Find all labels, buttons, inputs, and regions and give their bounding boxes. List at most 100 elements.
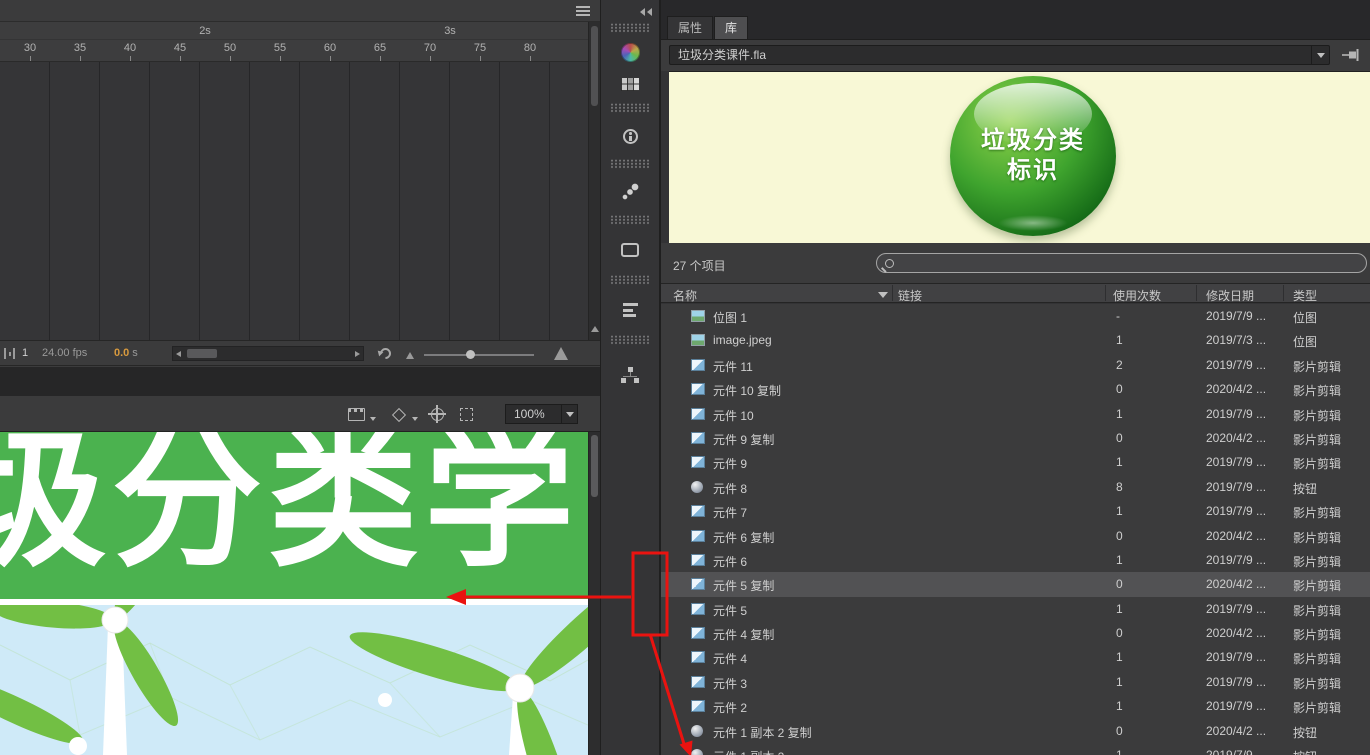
item-modified-date: 2019/7/9 ... — [1206, 699, 1267, 714]
color-wheel-icon — [620, 42, 640, 62]
stage-canvas[interactable]: 垃圾分类学习 — [0, 432, 588, 755]
chevron-down-icon[interactable] — [1311, 46, 1329, 64]
ruler-tick — [380, 56, 381, 61]
dock-grip[interactable] — [610, 215, 650, 225]
search-input[interactable] — [899, 256, 1366, 270]
swatches-panel-button[interactable] — [601, 68, 659, 100]
panel-menu-icon[interactable] — [576, 6, 590, 16]
dock-grip[interactable] — [610, 23, 650, 33]
scrollbar-thumb[interactable] — [591, 435, 598, 497]
stage-vertical-scrollbar[interactable] — [588, 432, 600, 755]
library-row[interactable]: 元件 4 复制 0 2020/4/2 ... 影片剪辑 — [661, 621, 1370, 645]
tab-library[interactable]: 库 — [714, 16, 749, 39]
dock-grip[interactable] — [610, 103, 650, 113]
zoom-select[interactable]: 100% — [505, 404, 578, 424]
slider-thumb[interactable] — [466, 350, 475, 359]
column-header-type[interactable]: 类型 — [1293, 287, 1317, 304]
align-bars-icon — [622, 303, 638, 317]
frame-rate-value[interactable]: 24.00 fps — [42, 347, 87, 359]
elapsed-time-value: 0.0 s — [114, 347, 138, 359]
dock-grip[interactable] — [610, 335, 650, 345]
project-panel-button[interactable] — [601, 348, 659, 402]
library-row[interactable]: 元件 4 1 2019/7/9 ... 影片剪辑 — [661, 645, 1370, 669]
symbol-type-icon — [691, 553, 705, 566]
library-row[interactable]: 元件 10 复制 0 2020/4/2 ... 影片剪辑 — [661, 377, 1370, 401]
reset-zoom-icon[interactable] — [377, 345, 394, 362]
document-select[interactable]: 垃圾分类课件.fla — [669, 45, 1330, 65]
symbol-type-icon — [691, 675, 705, 688]
tab-properties[interactable]: 属性 — [667, 16, 714, 39]
frame-size-slider[interactable] — [424, 350, 534, 359]
library-row[interactable]: 元件 9 复制 0 2020/4/2 ... 影片剪辑 — [661, 426, 1370, 450]
scrollbar-thumb[interactable] — [187, 349, 217, 358]
column-header-modified[interactable]: 修改日期 — [1206, 287, 1254, 304]
center-stage-icon[interactable] — [428, 405, 446, 423]
library-row[interactable]: 位图 1 - 2019/7/9 ... 位图 — [661, 304, 1370, 328]
timeline-seconds-ruler[interactable]: 2s 3s — [0, 22, 588, 40]
collapsed-panel-dock — [600, 0, 660, 755]
edit-symbol-icon[interactable] — [391, 407, 407, 423]
clip-to-stage-icon[interactable] — [460, 408, 473, 421]
timeline-frames-ruler[interactable]: 30 35 40 45 50 55 60 65 70 75 80 — [0, 40, 588, 62]
timeline-frame-grid[interactable] — [0, 62, 588, 340]
small-frames-icon[interactable] — [406, 352, 414, 359]
library-row[interactable]: 元件 10 1 2019/7/9 ... 影片剪辑 — [661, 402, 1370, 426]
sort-descending-icon[interactable] — [878, 292, 888, 298]
frame-number: 65 — [373, 42, 387, 54]
library-row[interactable]: 元件 5 复制 0 2020/4/2 ... 影片剪辑 — [661, 572, 1370, 597]
edit-scene-icon[interactable] — [348, 408, 365, 421]
item-use-count: 1 — [1116, 552, 1123, 567]
library-row[interactable]: 元件 7 1 2019/7/9 ... 影片剪辑 — [661, 499, 1370, 523]
library-search-box[interactable] — [876, 253, 1367, 273]
chevron-down-icon[interactable] — [561, 405, 577, 423]
library-row[interactable]: image.jpeg 1 2019/7/3 ... 位图 — [661, 328, 1370, 352]
scroll-up-arrow-icon[interactable] — [591, 326, 599, 332]
large-frames-icon[interactable] — [554, 347, 568, 360]
library-row[interactable]: 元件 11 2 2019/7/9 ... 影片剪辑 — [661, 353, 1370, 377]
library-row[interactable]: 元件 1 副本 2 复制 0 2020/4/2 ... 按钮 — [661, 719, 1370, 743]
library-row[interactable]: 元件 6 复制 0 2020/4/2 ... 影片剪辑 — [661, 524, 1370, 548]
dock-grip[interactable] — [610, 159, 650, 169]
library-row[interactable]: 元件 8 8 2019/7/9 ... 按钮 — [661, 475, 1370, 499]
items-count-label: 27 个项目 — [673, 259, 726, 273]
ruler-tick — [330, 56, 331, 61]
align-panel-button[interactable] — [601, 288, 659, 332]
expand-dock-icon[interactable] — [638, 5, 652, 19]
color-panel-button[interactable] — [601, 36, 659, 68]
chevron-down-icon[interactable] — [412, 417, 418, 421]
library-row[interactable]: 元件 5 1 2019/7/9 ... 影片剪辑 — [661, 597, 1370, 621]
item-use-count: 0 — [1116, 382, 1123, 397]
library-row[interactable]: 元件 1 副本 2 1 2019/7/9 ... 按钮 — [661, 743, 1370, 755]
column-header-linkage[interactable]: 链接 — [898, 287, 922, 304]
chevron-down-icon[interactable] — [370, 417, 376, 421]
item-name: 元件 6 — [713, 554, 748, 569]
symbol-type-icon — [691, 431, 705, 444]
item-use-count: 1 — [1116, 455, 1123, 470]
timeline-vertical-scrollbar[interactable] — [588, 22, 600, 340]
pin-panel-icon[interactable] — [1341, 48, 1361, 65]
item-modified-date: 2019/7/9 ... — [1206, 552, 1267, 567]
symbol-type-icon — [691, 383, 705, 396]
scroll-left-arrow-icon[interactable] — [176, 350, 181, 357]
column-header-use-count[interactable]: 使用次数 — [1113, 287, 1161, 304]
frame-number: 45 — [173, 42, 187, 54]
library-row[interactable]: 元件 9 1 2019/7/9 ... 影片剪辑 — [661, 450, 1370, 474]
center-frame-icon[interactable] — [4, 348, 15, 359]
column-header-name[interactable]: 名称 — [673, 287, 697, 304]
frame-number: 80 — [523, 42, 537, 54]
motion-presets-panel-button[interactable] — [601, 172, 659, 212]
item-use-count: 0 — [1116, 723, 1123, 738]
library-row[interactable]: 元件 2 1 2019/7/9 ... 影片剪辑 — [661, 694, 1370, 718]
library-panel: 属性 库 垃圾分类课件.fla 垃圾分类 标识 27 个项目 名称 链接 使用次… — [660, 0, 1370, 755]
library-row[interactable]: 元件 6 1 2019/7/9 ... 影片剪辑 — [661, 548, 1370, 572]
scene-panel-button[interactable] — [601, 228, 659, 272]
library-row[interactable]: 元件 3 1 2019/7/9 ... 影片剪辑 — [661, 670, 1370, 694]
library-item-preview[interactable]: 垃圾分类 标识 — [669, 71, 1370, 243]
flash-authoring-window: 2s 3s 30 35 40 45 50 55 60 65 70 75 80 1 24.00 fps … — [0, 0, 1370, 755]
timeline-horizontal-scrollbar[interactable] — [172, 346, 364, 361]
scroll-right-arrow-icon[interactable] — [355, 350, 360, 357]
scrollbar-thumb[interactable] — [591, 26, 598, 106]
item-use-count: 1 — [1116, 748, 1176, 755]
dock-grip[interactable] — [610, 275, 650, 285]
info-panel-button[interactable] — [601, 116, 659, 156]
